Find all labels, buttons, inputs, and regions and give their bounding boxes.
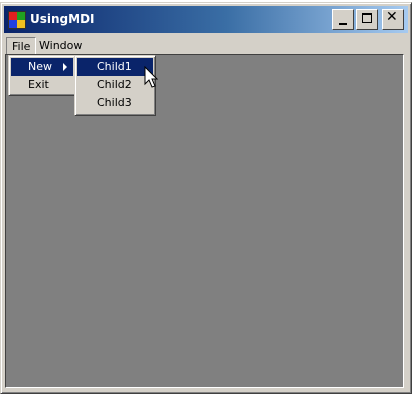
menu-item-child1-label: Child1 — [97, 60, 132, 73]
maximize-icon — [362, 13, 372, 23]
menu-item-exit[interactable]: Exit — [11, 76, 73, 94]
minimize-button[interactable] — [332, 9, 354, 30]
title-bar[interactable]: UsingMDI ✕ — [4, 6, 408, 33]
file-dropdown-menu: New Exit — [8, 55, 76, 96]
mouse-pointer-icon — [144, 66, 159, 88]
mdi-client-area[interactable] — [5, 54, 404, 388]
close-button[interactable]: ✕ — [382, 9, 404, 30]
window-title: UsingMDI — [30, 12, 95, 26]
close-icon: ✕ — [386, 9, 398, 25]
menu-item-child2-label: Child2 — [97, 78, 132, 91]
menu-file[interactable]: File — [6, 37, 37, 55]
menu-item-exit-label: Exit — [28, 78, 49, 91]
menu-item-child2[interactable]: Child2 — [77, 76, 153, 94]
maximize-button[interactable] — [356, 9, 378, 30]
menu-item-new-label: New — [28, 60, 52, 73]
menu-item-child3-label: Child3 — [97, 96, 132, 109]
menu-bar: File Window — [4, 36, 408, 56]
menu-window[interactable]: Window — [34, 37, 87, 55]
menu-item-new[interactable]: New — [11, 58, 73, 76]
submenu-arrow-icon — [63, 63, 67, 71]
menu-item-child3[interactable]: Child3 — [77, 94, 153, 112]
menu-item-child1[interactable]: Child1 — [77, 58, 153, 76]
minimize-icon — [339, 23, 347, 25]
mdi-app-icon[interactable] — [8, 11, 26, 29]
